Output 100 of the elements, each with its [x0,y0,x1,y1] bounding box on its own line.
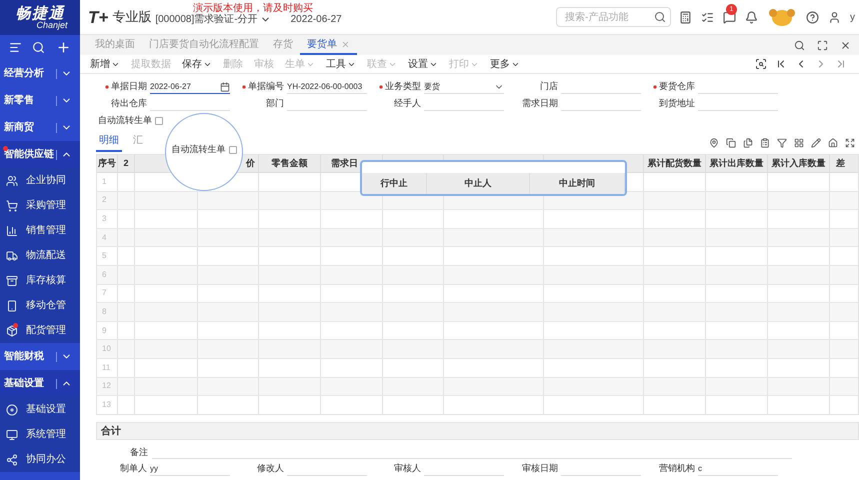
filter-icon[interactable] [777,138,787,148]
user-name: y [850,10,855,24]
toolbar-button[interactable]: 更多 [490,56,520,72]
totals-label: 合计 [101,424,121,438]
row-number: 13 [102,398,111,411]
truck-icon [6,250,18,262]
last-page-icon[interactable] [835,58,847,70]
search-icon[interactable] [794,40,805,50]
field-label: 业务类型 [385,80,421,94]
sidebar-item[interactable]: 基础设置 [0,397,80,422]
pin-icon[interactable] [709,138,719,148]
column-header: 需求日 [331,156,358,170]
row-number: 11 [102,362,110,374]
message-icon[interactable] [723,10,736,24]
input-field[interactable]: YH-2022-06-00-0003 [287,80,367,94]
maximize-icon[interactable] [817,40,828,50]
toolbar-button[interactable]: 设置 [408,56,438,72]
users-icon [6,174,18,186]
row-number: 12 [102,380,111,392]
bell-icon[interactable] [745,10,758,24]
phone-icon [6,300,18,312]
field-label: 待出仓库 [111,97,147,110]
field-label: 需求日期 [522,97,558,110]
sidebar-section[interactable]: 基础设置 [0,370,80,397]
scan-search-icon[interactable] [755,58,767,70]
row-number: 6 [102,268,106,281]
field-label: 要货仓库 [659,80,695,94]
sidebar-item[interactable]: 销售管理 [0,218,80,243]
first-page-icon[interactable] [775,58,787,70]
field-label: 部门 [266,97,284,110]
close-icon[interactable] [840,40,851,50]
checklist-icon[interactable] [701,10,714,24]
grid-icon[interactable] [794,138,804,148]
user-icon[interactable] [828,10,841,24]
column-header: 序号 [98,156,116,170]
field-label: 自动流转生单 [98,114,152,128]
sidebar-item[interactable]: 移动仓管 [0,293,80,318]
row-number: 8 [102,306,106,318]
input-field[interactable]: yy [150,462,230,476]
row-number: 4 [102,232,106,244]
add-icon[interactable] [56,40,71,55]
column-header: 2 [123,156,128,170]
clipboard-icon[interactable] [760,138,770,148]
date-field[interactable]: 2022-06-27 [150,80,230,94]
row-number: 7 [102,287,106,300]
files-icon[interactable] [743,138,753,148]
input-field[interactable]: c [698,462,778,476]
checkbox[interactable] [228,146,236,154]
sidebar-item[interactable]: 协同办公 [0,447,80,472]
detail-tab[interactable]: 明细 [96,133,122,152]
header-date: 2022-06-27 [290,12,342,26]
sidebar-item[interactable]: 采购管理 [0,193,80,218]
column-header: 累计配货数量 [648,156,702,170]
row-number: 10 [102,343,111,356]
calendar-icon[interactable] [220,82,230,92]
pencil-icon[interactable] [811,138,821,148]
column-header: 累计入库数量 [772,156,826,170]
column-header: 价 [246,156,255,170]
toolbar-button[interactable]: 新增 [90,56,120,72]
row-number: 2 [102,194,106,206]
checkbox[interactable] [155,117,163,125]
home-icon[interactable] [828,138,838,148]
select-field[interactable]: 要货 [424,80,504,94]
search-field[interactable]: 搜索-产品功能 [556,7,671,27]
disc-icon [6,404,18,416]
sidebar-item[interactable]: 配货管理 [0,318,80,343]
field-label: 备注 [129,446,149,460]
column-header: 行中止 [380,176,408,190]
column-header: 差 [836,156,845,170]
edition-label: 专业版 [112,8,152,26]
field-label: 经手人 [394,97,421,110]
menu-icon[interactable] [9,41,22,54]
cart-icon [6,200,18,212]
column-header: 累计出库数量 [710,156,764,170]
brand-subtitle: Chanjet [36,20,68,30]
field-label: 单据日期 [111,80,147,94]
field-label: 到货地址 [659,97,695,110]
column-header: 中止时间 [559,176,595,190]
copy-icon[interactable] [726,138,736,148]
field-label: 审核人 [394,462,421,476]
search-icon [654,11,666,23]
package-icon [6,324,18,336]
sidebar-item[interactable]: 系统管理 [0,422,80,447]
row-number: 9 [102,324,106,337]
expand-icon[interactable] [845,138,855,148]
sidebar-item[interactable]: 库存核算 [0,268,80,293]
archive-icon [6,274,18,286]
toolbar-button[interactable]: 保存 [182,56,212,72]
calculator-icon[interactable] [679,10,692,24]
sidebar-item[interactable]: 企业协同 [0,168,80,193]
row-number: 5 [102,250,106,262]
column-header: 零售金额 [272,156,308,170]
help-icon[interactable] [806,10,819,24]
sidebar-item[interactable]: 物流配送 [0,243,80,268]
account-selector[interactable]: [000008]需求验证-分开 [155,12,271,26]
search-icon[interactable] [32,41,46,54]
product-logo: T+ [88,8,108,26]
field-label: 单据编号 [248,80,284,94]
toolbar-button[interactable]: 工具 [326,56,356,72]
field-label: 审核日期 [522,462,558,476]
